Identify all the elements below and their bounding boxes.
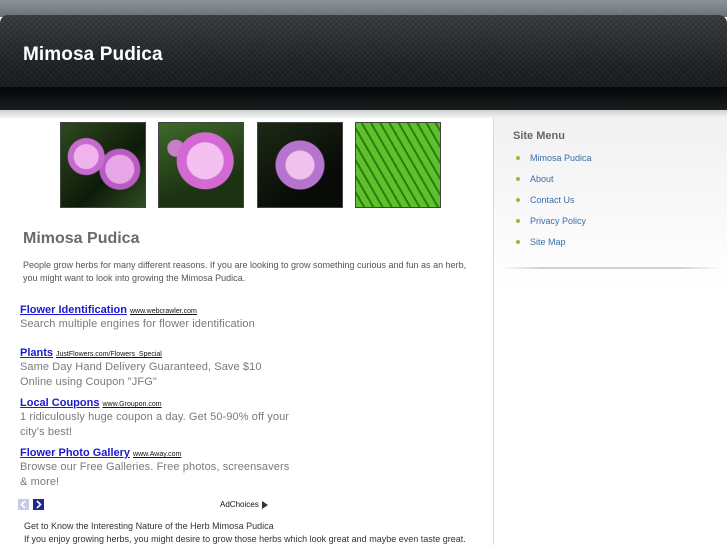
intro-line-1: People grow herbs for many different rea…	[23, 260, 467, 270]
menu-item-site-map[interactable]: Site Map	[516, 236, 592, 257]
ad-unit: Flower Identification www.webcrawler.com …	[20, 304, 290, 332]
ad-title-link[interactable]: Flower Identification	[20, 304, 127, 316]
menu-item-mimosa-pudica[interactable]: Mimosa Pudica	[516, 152, 592, 173]
ad-next-button[interactable]	[33, 499, 44, 510]
mimosa-flower-photo-1	[60, 122, 146, 208]
menu-item-about[interactable]: About	[516, 173, 592, 194]
bullet-icon	[516, 219, 520, 223]
mimosa-flower-photo-3	[257, 122, 343, 208]
mimosa-flower-photo-2	[158, 122, 244, 208]
site-menu-title: Site Menu	[513, 130, 565, 142]
site-menu: Mimosa Pudica About Contact Us Privacy P…	[516, 152, 592, 257]
bullet-icon	[516, 198, 520, 202]
menu-item-label: Privacy Policy	[530, 216, 587, 226]
adchoices-link[interactable]: AdChoices	[220, 500, 268, 509]
ad-title-link[interactable]: Plants	[20, 347, 53, 359]
ad-title-link[interactable]: Flower Photo Gallery	[20, 447, 130, 459]
ad-url-link[interactable]: JustFlowers.com/Flowers_Special	[56, 351, 162, 358]
ad-url-link[interactable]: www.webcrawler.com	[130, 308, 197, 315]
menu-item-label: Mimosa Pudica	[530, 153, 592, 163]
ad-url-link[interactable]: www.Away.com	[133, 451, 181, 458]
header-band	[0, 87, 727, 110]
menu-item-contact-us[interactable]: Contact Us	[516, 194, 592, 215]
ad-unit: Plants JustFlowers.com/Flowers_Special Sa…	[20, 347, 290, 390]
adchoices-label: AdChoices	[220, 500, 259, 509]
menu-item-privacy-policy[interactable]: Privacy Policy	[516, 215, 592, 236]
page-title: Mimosa Pudica	[23, 230, 140, 247]
bullet-icon	[516, 240, 520, 244]
ad-description: Search multiple engines for flower ident…	[20, 318, 255, 330]
ad-unit: Flower Photo Gallery www.Away.com Browse …	[20, 447, 290, 490]
mimosa-leaves-photo	[355, 122, 441, 208]
article-title: Get to Know the Interesting Nature of th…	[24, 521, 274, 531]
site-title[interactable]: Mimosa Pudica	[23, 44, 163, 66]
menu-item-label: About	[530, 174, 554, 184]
bullet-icon	[516, 177, 520, 181]
intro-line-2: you might want to look into growing the …	[23, 273, 246, 283]
ad-url-link[interactable]: www.Groupon.com	[102, 401, 161, 408]
ad-title-link[interactable]: Local Coupons	[20, 397, 99, 409]
adchoices-play-icon	[261, 500, 268, 509]
header-edge	[0, 110, 727, 118]
menu-item-label: Contact Us	[530, 195, 575, 205]
ad-description: 1 ridiculously huge coupon a day. Get 50…	[20, 411, 290, 438]
ad-description: Browse our Free Galleries. Free photos, …	[20, 461, 290, 488]
sidebar-divider	[499, 267, 721, 269]
main-content: Mimosa Pudica People grow herbs for many…	[0, 118, 494, 545]
menu-item-label: Site Map	[530, 237, 566, 247]
ad-unit: Local Coupons www.Groupon.com 1 ridiculou…	[20, 397, 290, 440]
chevron-right-icon	[36, 500, 42, 509]
article-text: If you enjoy growing herbs, you might de…	[24, 534, 466, 544]
bullet-icon	[516, 156, 520, 160]
ad-prev-button[interactable]	[18, 499, 29, 510]
intro-text: People grow herbs for many different rea…	[23, 259, 493, 285]
sidebar: Site Menu Mimosa Pudica About Contact Us…	[494, 118, 727, 545]
ad-description: Same Day Hand Delivery Guaranteed, Save …	[20, 361, 262, 388]
chevron-left-icon	[20, 500, 26, 509]
